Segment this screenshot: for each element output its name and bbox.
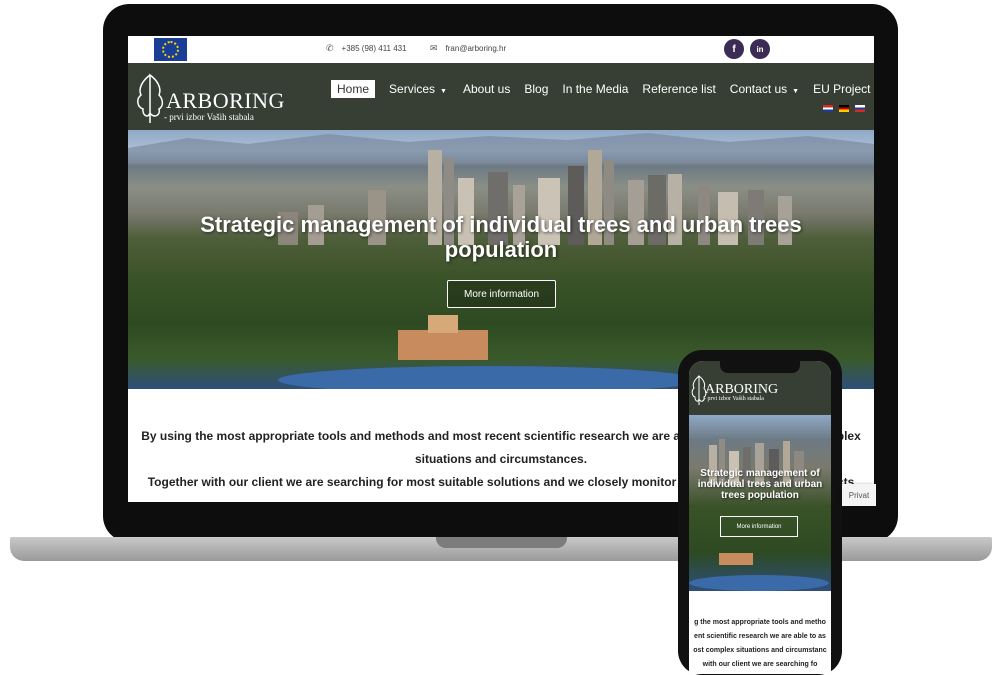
nav-item-services[interactable]: Services ▼ <box>383 80 453 98</box>
slovenian-flag-icon[interactable] <box>855 105 865 112</box>
email-contact[interactable]: ✉ fran@arboring.hr <box>430 43 506 54</box>
nav-item-blog[interactable]: Blog <box>518 80 554 98</box>
language-switcher <box>823 105 865 112</box>
phone-screen: ARBORING - prvi izbor Vaših stabala Stra… <box>689 361 831 674</box>
nav-item-eu-project[interactable]: EU Project <box>807 80 874 98</box>
mobile-intro: g the most appropriate tools and metho e… <box>689 616 831 672</box>
privacy-badge[interactable]: Privat <box>842 484 876 506</box>
chevron-down-icon: ▼ <box>440 88 447 95</box>
mobile-more-information-button[interactable]: More information <box>720 516 798 537</box>
phone-notch <box>720 361 800 373</box>
hero-title: Strategic management of individual trees… <box>200 212 802 262</box>
phone-number[interactable]: +385 (98) 411 431 <box>342 44 407 53</box>
croatian-flag-icon[interactable] <box>823 105 833 112</box>
phone-icon: ✆ <box>326 43 334 53</box>
nav-item-contact[interactable]: Contact us ▼ <box>724 80 805 98</box>
tree-logo-icon <box>137 73 164 123</box>
nav-item-media[interactable]: In the Media <box>556 80 634 98</box>
german-flag-icon[interactable] <box>839 105 849 112</box>
nav-item-home[interactable]: Home <box>331 80 376 98</box>
mobile-hero-title: Strategic management of individual trees… <box>697 468 823 501</box>
mobile-brand-tagline: - prvi izbor Vaših stabala <box>704 396 764 402</box>
mobile-hero: Strategic management of individual trees… <box>689 415 831 591</box>
linkedin-icon[interactable]: in <box>750 39 770 59</box>
phone-contact[interactable]: ✆ +385 (98) 411 431 <box>326 43 407 54</box>
mobile-intro-line: with our client we are searching fo <box>702 661 818 668</box>
email-icon: ✉ <box>430 43 438 53</box>
mobile-intro-line: ent scientific research we are able to a… <box>694 633 826 640</box>
nav-item-references[interactable]: Reference list <box>636 80 721 98</box>
nav-label: Services <box>389 82 436 96</box>
email-address[interactable]: fran@arboring.hr <box>446 44 507 53</box>
chevron-down-icon: ▼ <box>792 88 800 95</box>
more-information-button[interactable]: More information <box>447 280 556 308</box>
brand-tagline: - prvi izbor Vaših stabala <box>164 112 254 122</box>
site-logo[interactable]: ARBORING - prvi izbor Vaših stabala <box>134 73 284 123</box>
city-skyline-image <box>689 439 829 591</box>
nav-item-about[interactable]: About us <box>457 80 516 98</box>
mobile-intro-line: ost complex situations and circumstanc <box>693 647 827 654</box>
nav-menu: Home Services ▼ About us Blog In the Medi… <box>331 79 874 99</box>
mobile-intro-line: g the most appropriate tools and metho <box>694 619 826 626</box>
brand-name: ARBORING <box>166 88 285 113</box>
laptop-notch <box>436 537 567 548</box>
eu-flag-icon <box>154 38 187 61</box>
nav-label: Contact us <box>729 82 788 96</box>
top-bar: ✆ +385 (98) 411 431 ✉ fran@arboring.hr f… <box>128 36 874 63</box>
main-navbar: ARBORING - prvi izbor Vaših stabala Home… <box>128 63 874 130</box>
facebook-icon[interactable]: f <box>724 39 744 59</box>
